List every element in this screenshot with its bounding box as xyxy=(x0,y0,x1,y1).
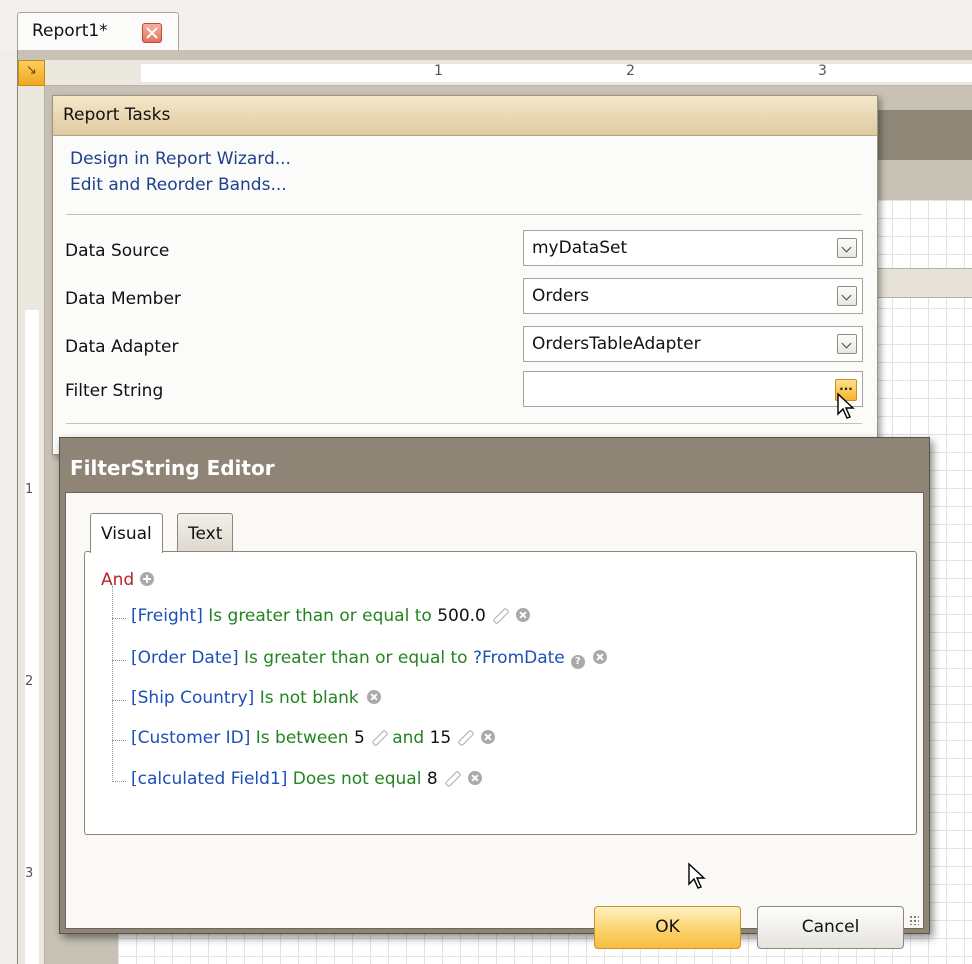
divider xyxy=(66,423,862,424)
data-member-value: Orders xyxy=(532,286,590,306)
chevron-down-icon[interactable] xyxy=(837,286,857,306)
dialog-title: FilterString Editor xyxy=(70,456,275,480)
horizontal-ruler: 1 2 3 xyxy=(45,60,972,86)
data-adapter-label: Data Adapter xyxy=(65,337,179,357)
pencil-icon[interactable] xyxy=(457,729,473,745)
report-tasks-panel: Report Tasks Design in Report Wizard... … xyxy=(52,95,878,455)
edit-and-reorder-bands-link[interactable]: Edit and Reorder Bands... xyxy=(70,175,287,195)
tab-visual[interactable]: Visual xyxy=(90,513,163,553)
remove-condition-icon[interactable] xyxy=(481,730,496,744)
divider xyxy=(66,214,862,215)
tree-connector xyxy=(112,781,126,782)
data-member-combo[interactable]: Orders xyxy=(523,278,863,314)
document-tab-report1[interactable]: Report1* xyxy=(17,12,179,50)
condition-field[interactable]: [Ship Country] xyxy=(131,688,254,708)
condition-row[interactable]: [Order Date] Is greater than or equal to… xyxy=(131,648,607,672)
ruler-number: 3 xyxy=(25,866,34,881)
resize-grip-icon[interactable] xyxy=(909,915,919,925)
condition-operator[interactable]: Is greater than or equal to xyxy=(208,606,432,626)
condition-row[interactable]: [Freight] Is greater than or equal to 50… xyxy=(131,606,530,630)
data-adapter-value: OrdersTableAdapter xyxy=(532,334,701,354)
ruler-number: 2 xyxy=(25,674,34,689)
filter-tree-panel[interactable]: And [Freight] Is greater than or equal t… xyxy=(84,551,917,835)
report-tasks-title: Report Tasks xyxy=(53,96,877,136)
parameter-icon[interactable]: ? xyxy=(570,655,585,669)
ruler-number: 1 xyxy=(434,63,443,79)
chevron-down-icon[interactable] xyxy=(837,238,857,258)
ruler-track xyxy=(141,64,972,82)
condition-value[interactable]: 500.0 xyxy=(437,606,486,626)
remove-condition-icon[interactable] xyxy=(467,771,482,785)
condition-operator[interactable]: Is greater than or equal to xyxy=(244,648,468,668)
filterstring-editor-dialog: FilterString Editor Visual Text And [Fre… xyxy=(59,437,930,949)
document-tab-label: Report1* xyxy=(32,21,108,41)
document-tabstrip: Report1* xyxy=(0,0,972,50)
data-source-combo[interactable]: myDataSet xyxy=(523,230,863,266)
condition-field[interactable]: [Freight] xyxy=(131,606,203,626)
mouse-cursor-icon xyxy=(688,862,706,889)
data-source-value: myDataSet xyxy=(532,238,628,258)
condition-operator[interactable]: Does not equal xyxy=(293,769,422,789)
ruler-number: 1 xyxy=(25,482,34,497)
remove-condition-icon[interactable] xyxy=(366,690,381,704)
dialog-body: Visual Text And [Freight] Is greater tha… xyxy=(65,492,924,949)
design-in-report-wizard-link[interactable]: Design in Report Wizard... xyxy=(70,149,291,169)
tab-text[interactable]: Text xyxy=(177,513,234,552)
filter-string-label: Filter String xyxy=(65,381,164,401)
close-tab-icon[interactable] xyxy=(142,23,162,43)
add-condition-icon[interactable] xyxy=(140,572,155,586)
condition-operator[interactable]: Is not blank xyxy=(260,688,359,708)
smart-tag-button[interactable] xyxy=(18,60,45,86)
data-source-label: Data Source xyxy=(65,241,170,261)
ok-button[interactable]: OK xyxy=(594,906,741,949)
remove-condition-icon[interactable] xyxy=(592,650,607,664)
pencil-icon[interactable] xyxy=(444,770,460,786)
data-member-label: Data Member xyxy=(65,289,181,309)
group-and-row[interactable]: And xyxy=(101,570,155,594)
remove-condition-icon[interactable] xyxy=(515,608,530,622)
condition-field[interactable]: [Customer ID] xyxy=(131,728,250,748)
condition-row[interactable]: [Ship Country] Is not blank xyxy=(131,688,381,712)
ruler-number: 2 xyxy=(626,63,635,79)
chevron-down-icon[interactable] xyxy=(837,334,857,354)
condition-parameter[interactable]: ?FromDate xyxy=(473,648,565,668)
pencil-icon[interactable] xyxy=(371,729,387,745)
condition-operator[interactable]: Is between xyxy=(256,728,349,748)
ruler-number: 3 xyxy=(818,63,827,79)
vertical-ruler: 1 2 3 xyxy=(18,86,45,964)
mouse-cursor-icon xyxy=(837,392,855,419)
condition-value[interactable]: 5 xyxy=(354,728,365,748)
cancel-button[interactable]: Cancel xyxy=(757,906,904,949)
tree-connector xyxy=(112,586,113,782)
tree-connector xyxy=(112,700,126,701)
condition-row[interactable]: [calculated Field1] Does not equal 8 xyxy=(131,769,482,793)
data-adapter-combo[interactable]: OrdersTableAdapter xyxy=(523,326,863,362)
tree-connector xyxy=(112,740,126,741)
condition-field[interactable]: [calculated Field1] xyxy=(131,769,287,789)
tree-connector xyxy=(112,660,126,661)
condition-row[interactable]: [Customer ID] Is between 5 and 15 xyxy=(131,728,496,752)
tree-connector xyxy=(112,618,126,619)
between-and-label: and xyxy=(392,728,425,748)
condition-value-2[interactable]: 15 xyxy=(430,728,452,748)
pencil-icon[interactable] xyxy=(492,607,508,623)
group-operator[interactable]: And xyxy=(101,570,134,590)
filter-string-field[interactable]: ... xyxy=(523,371,863,407)
condition-value[interactable]: 8 xyxy=(427,769,438,789)
condition-field[interactable]: [Order Date] xyxy=(131,648,239,668)
